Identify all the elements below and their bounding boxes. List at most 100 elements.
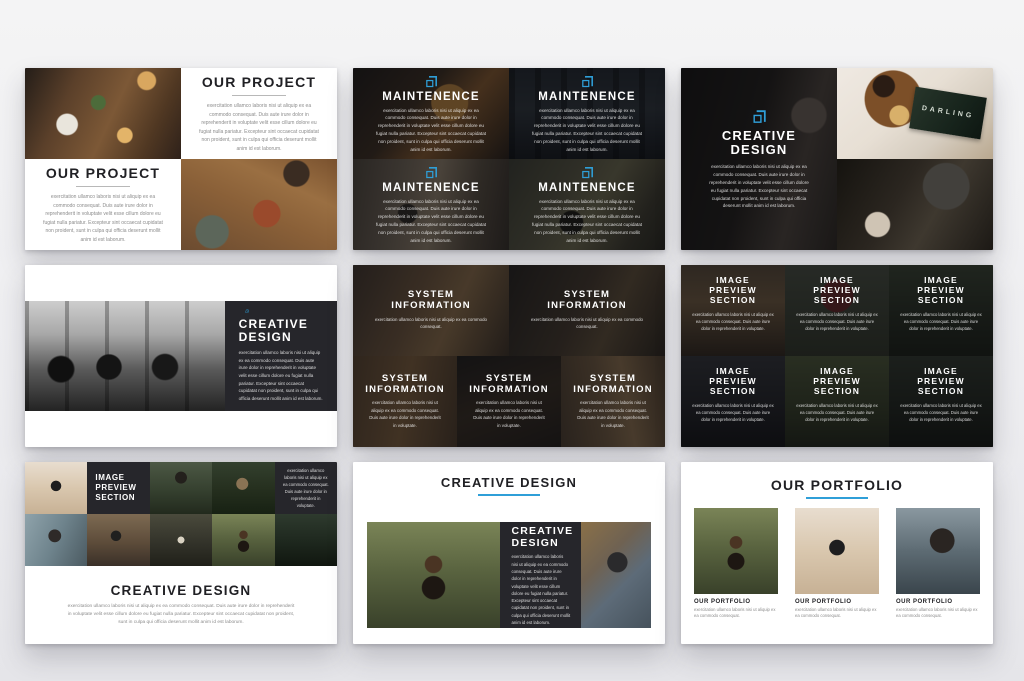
creative-design-panel: CREATIVE DESIGN exercitation ullamco lab… [500, 522, 581, 628]
photo-cafe-interior: SYSTEM INFORMATION exercitation ullamco … [353, 265, 509, 356]
slide-creative-design-center: CREATIVE DESIGN CREATIVE DESIGN exercita… [353, 462, 665, 644]
creative-design-footer: CREATIVE DESIGN exercitation ullamco lab… [25, 566, 337, 644]
photo-portrait-man: IMAGE PREVIEW SECTION exercitation ullam… [681, 265, 785, 356]
photo-desk-topdown [25, 68, 181, 159]
slides-board: OUR PROJECT exercitation ullamco laboris… [25, 68, 993, 644]
portfolio-card: OUR PORTFOLIO exercitation ullamco labor… [795, 508, 879, 620]
magazine-title: DARLING [921, 105, 974, 120]
tile-body: exercitation ullamco laboris nisi ut ali… [575, 399, 651, 429]
tile-title: IMAGE PREVIEW SECTION [797, 275, 877, 306]
photo-counter: SYSTEM INFORMATION exercitation ullamco … [353, 356, 457, 447]
tile-title: MAINTENENCE [538, 182, 636, 194]
tile-body: exercitation ullamco laboris nisi ut ali… [692, 402, 774, 423]
card-title: OUR PORTFOLIO [694, 599, 778, 605]
slide-our-project: OUR PROJECT exercitation ullamco laboris… [25, 68, 337, 250]
photo-workshop: MAINTENENCE exercitation ullamco laboris… [353, 159, 509, 250]
photo-cornfield-hat [367, 522, 500, 628]
tile-title: IMAGE PREVIEW SECTION [797, 366, 877, 397]
photo-photographer [25, 462, 87, 514]
photo-portrait-bw: IMAGE PREVIEW SECTION exercitation ullam… [681, 356, 785, 447]
card-body: exercitation ullamco laboris nisi ut ali… [896, 607, 980, 620]
our-project-panel-top: OUR PROJECT exercitation ullamco laboris… [181, 68, 337, 159]
our-project-panel-bottom: OUR PROJECT exercitation ullamco laboris… [25, 159, 181, 250]
photo-cornfield-hat [694, 508, 778, 594]
tile-title: SYSTEM INFORMATION [365, 374, 445, 396]
tile-title: SYSTEM INFORMATION [376, 290, 486, 312]
photo-machinery: MAINTENENCE exercitation ullamco laboris… [353, 68, 509, 159]
slide-our-portfolio: OUR PORTFOLIO OUR PORTFOLIO exercitation… [681, 462, 993, 644]
slide-creative-design-split: CREATIVE DESIGN exercitation ullamco lab… [681, 68, 993, 250]
tile-body: exercitation ullamco laboris nisi ut ali… [900, 311, 982, 332]
tile-body: exercitation ullamco laboris nisi ut ali… [367, 399, 443, 429]
card-body: exercitation ullamco laboris nisi ut ali… [795, 607, 879, 620]
tile-body: exercitation ullamco laboris nisi ut ali… [529, 107, 645, 154]
tile-title: SYSTEM INFORMATION [469, 374, 549, 396]
tile-body: exercitation ullamco laboris nisi ut ali… [900, 402, 982, 423]
title-divider [806, 497, 868, 499]
crop-logo-icon [424, 74, 439, 89]
tile-title: MAINTENENCE [538, 91, 636, 103]
panel-body: exercitation ullamco laboris nisi ut ali… [239, 349, 323, 402]
tile-body: exercitation ullamco laboris nisi ut ali… [373, 107, 489, 154]
magazine-cover: DARLING [909, 86, 986, 139]
panel-title: CREATIVE DESIGN [239, 318, 323, 344]
image-preview-text-block: exercitation ullamco laboris nisi ut ali… [275, 462, 337, 514]
panel-title: CREATIVE DESIGN [511, 526, 573, 549]
slide-system-information: SYSTEM INFORMATION exercitation ullamco … [353, 265, 665, 447]
slide-title: OUR PORTFOLIO [771, 477, 903, 493]
photo-breakfast-tray: DARLING [837, 68, 993, 159]
tile-title: SYSTEM INFORMATION [532, 290, 642, 312]
photo-man-camera [87, 514, 149, 566]
photo-portrait-ivy: IMAGE PREVIEW SECTION exercitation ullam… [889, 265, 993, 356]
tile-body: exercitation ullamco laboris nisi ut ali… [523, 316, 651, 331]
photo-cafe-bw [25, 301, 225, 410]
crop-logo-icon [239, 309, 255, 313]
title-divider [478, 494, 540, 496]
title-divider [76, 186, 130, 187]
tile-title: IMAGE PREVIEW SECTION [901, 366, 981, 397]
tile-body: exercitation ullamco laboris nisi ut ali… [707, 163, 811, 210]
tile-body: exercitation ullamco laboris nisi ut ali… [796, 311, 878, 332]
tile-body: exercitation ullamco laboris nisi ut ali… [373, 198, 489, 245]
photo-dark-lamp: SYSTEM INFORMATION exercitation ullamco … [509, 265, 665, 356]
tile-title: IMAGE PREVIEW SECTION [693, 275, 773, 306]
photo-industrial: MAINTENENCE exercitation ullamco laboris… [509, 68, 665, 159]
slide-image-preview-band: IMAGE PREVIEW SECTION exercitation ullam… [25, 462, 337, 644]
slide-creative-design-band: CREATIVE DESIGN exercitation ullamco lab… [25, 265, 337, 447]
tile-title: MAINTENENCE [382, 91, 480, 103]
crop-logo-icon [424, 165, 439, 180]
photo-woman-street [896, 508, 980, 594]
photo-typewriter-desk [837, 159, 993, 250]
crop-logo-icon [580, 165, 595, 180]
panel-body: exercitation ullamco laboris nisi ut ali… [511, 553, 570, 626]
photo-photographer-dslr [795, 508, 879, 594]
creative-design-panel: CREATIVE DESIGN exercitation ullamco lab… [225, 301, 337, 410]
slide-title: CREATIVE DESIGN [441, 475, 577, 490]
card-body: exercitation ullamco laboris nisi ut ali… [694, 607, 778, 620]
title-divider [232, 95, 286, 96]
tile-title: SYSTEM INFORMATION [573, 374, 653, 396]
photo-cornfield-hat [212, 514, 274, 566]
photo-woman-fence [25, 514, 87, 566]
tile-title: CREATIVE DESIGN [714, 129, 804, 158]
photo-portrait-forest: IMAGE PREVIEW SECTION exercitation ullam… [889, 356, 993, 447]
crop-logo-icon [580, 74, 595, 89]
photo-woman-portrait [150, 462, 212, 514]
block-body: exercitation ullamco laboris nisi ut ali… [283, 467, 329, 510]
crop-logo-icon [751, 108, 768, 125]
photo-shelves: SYSTEM INFORMATION exercitation ullamco … [561, 356, 665, 447]
card-title: OUR PORTFOLIO [795, 599, 879, 605]
tile-title: IMAGE PREVIEW SECTION [901, 275, 981, 306]
photo-girl-forest [150, 514, 212, 566]
tile-title: IMAGE PREVIEW SECTION [693, 366, 773, 397]
slide-image-preview-grid: IMAGE PREVIEW SECTION exercitation ullam… [681, 265, 993, 447]
body-text: exercitation ullamco laboris nisi ut ali… [41, 193, 165, 244]
photo-journal-leaves [181, 159, 337, 250]
tile-body: exercitation ullamco laboris nisi ut ali… [367, 316, 495, 331]
tile-body: exercitation ullamco laboris nisi ut ali… [529, 198, 645, 245]
photo-cafe-blur: MAINTENENCE exercitation ullamco laboris… [509, 159, 665, 250]
block-title: IMAGE PREVIEW SECTION [95, 473, 141, 503]
tile-body: exercitation ullamco laboris nisi ut ali… [471, 399, 547, 429]
image-preview-title-block: IMAGE PREVIEW SECTION [87, 462, 149, 514]
card-title: OUR PORTFOLIO [896, 599, 980, 605]
